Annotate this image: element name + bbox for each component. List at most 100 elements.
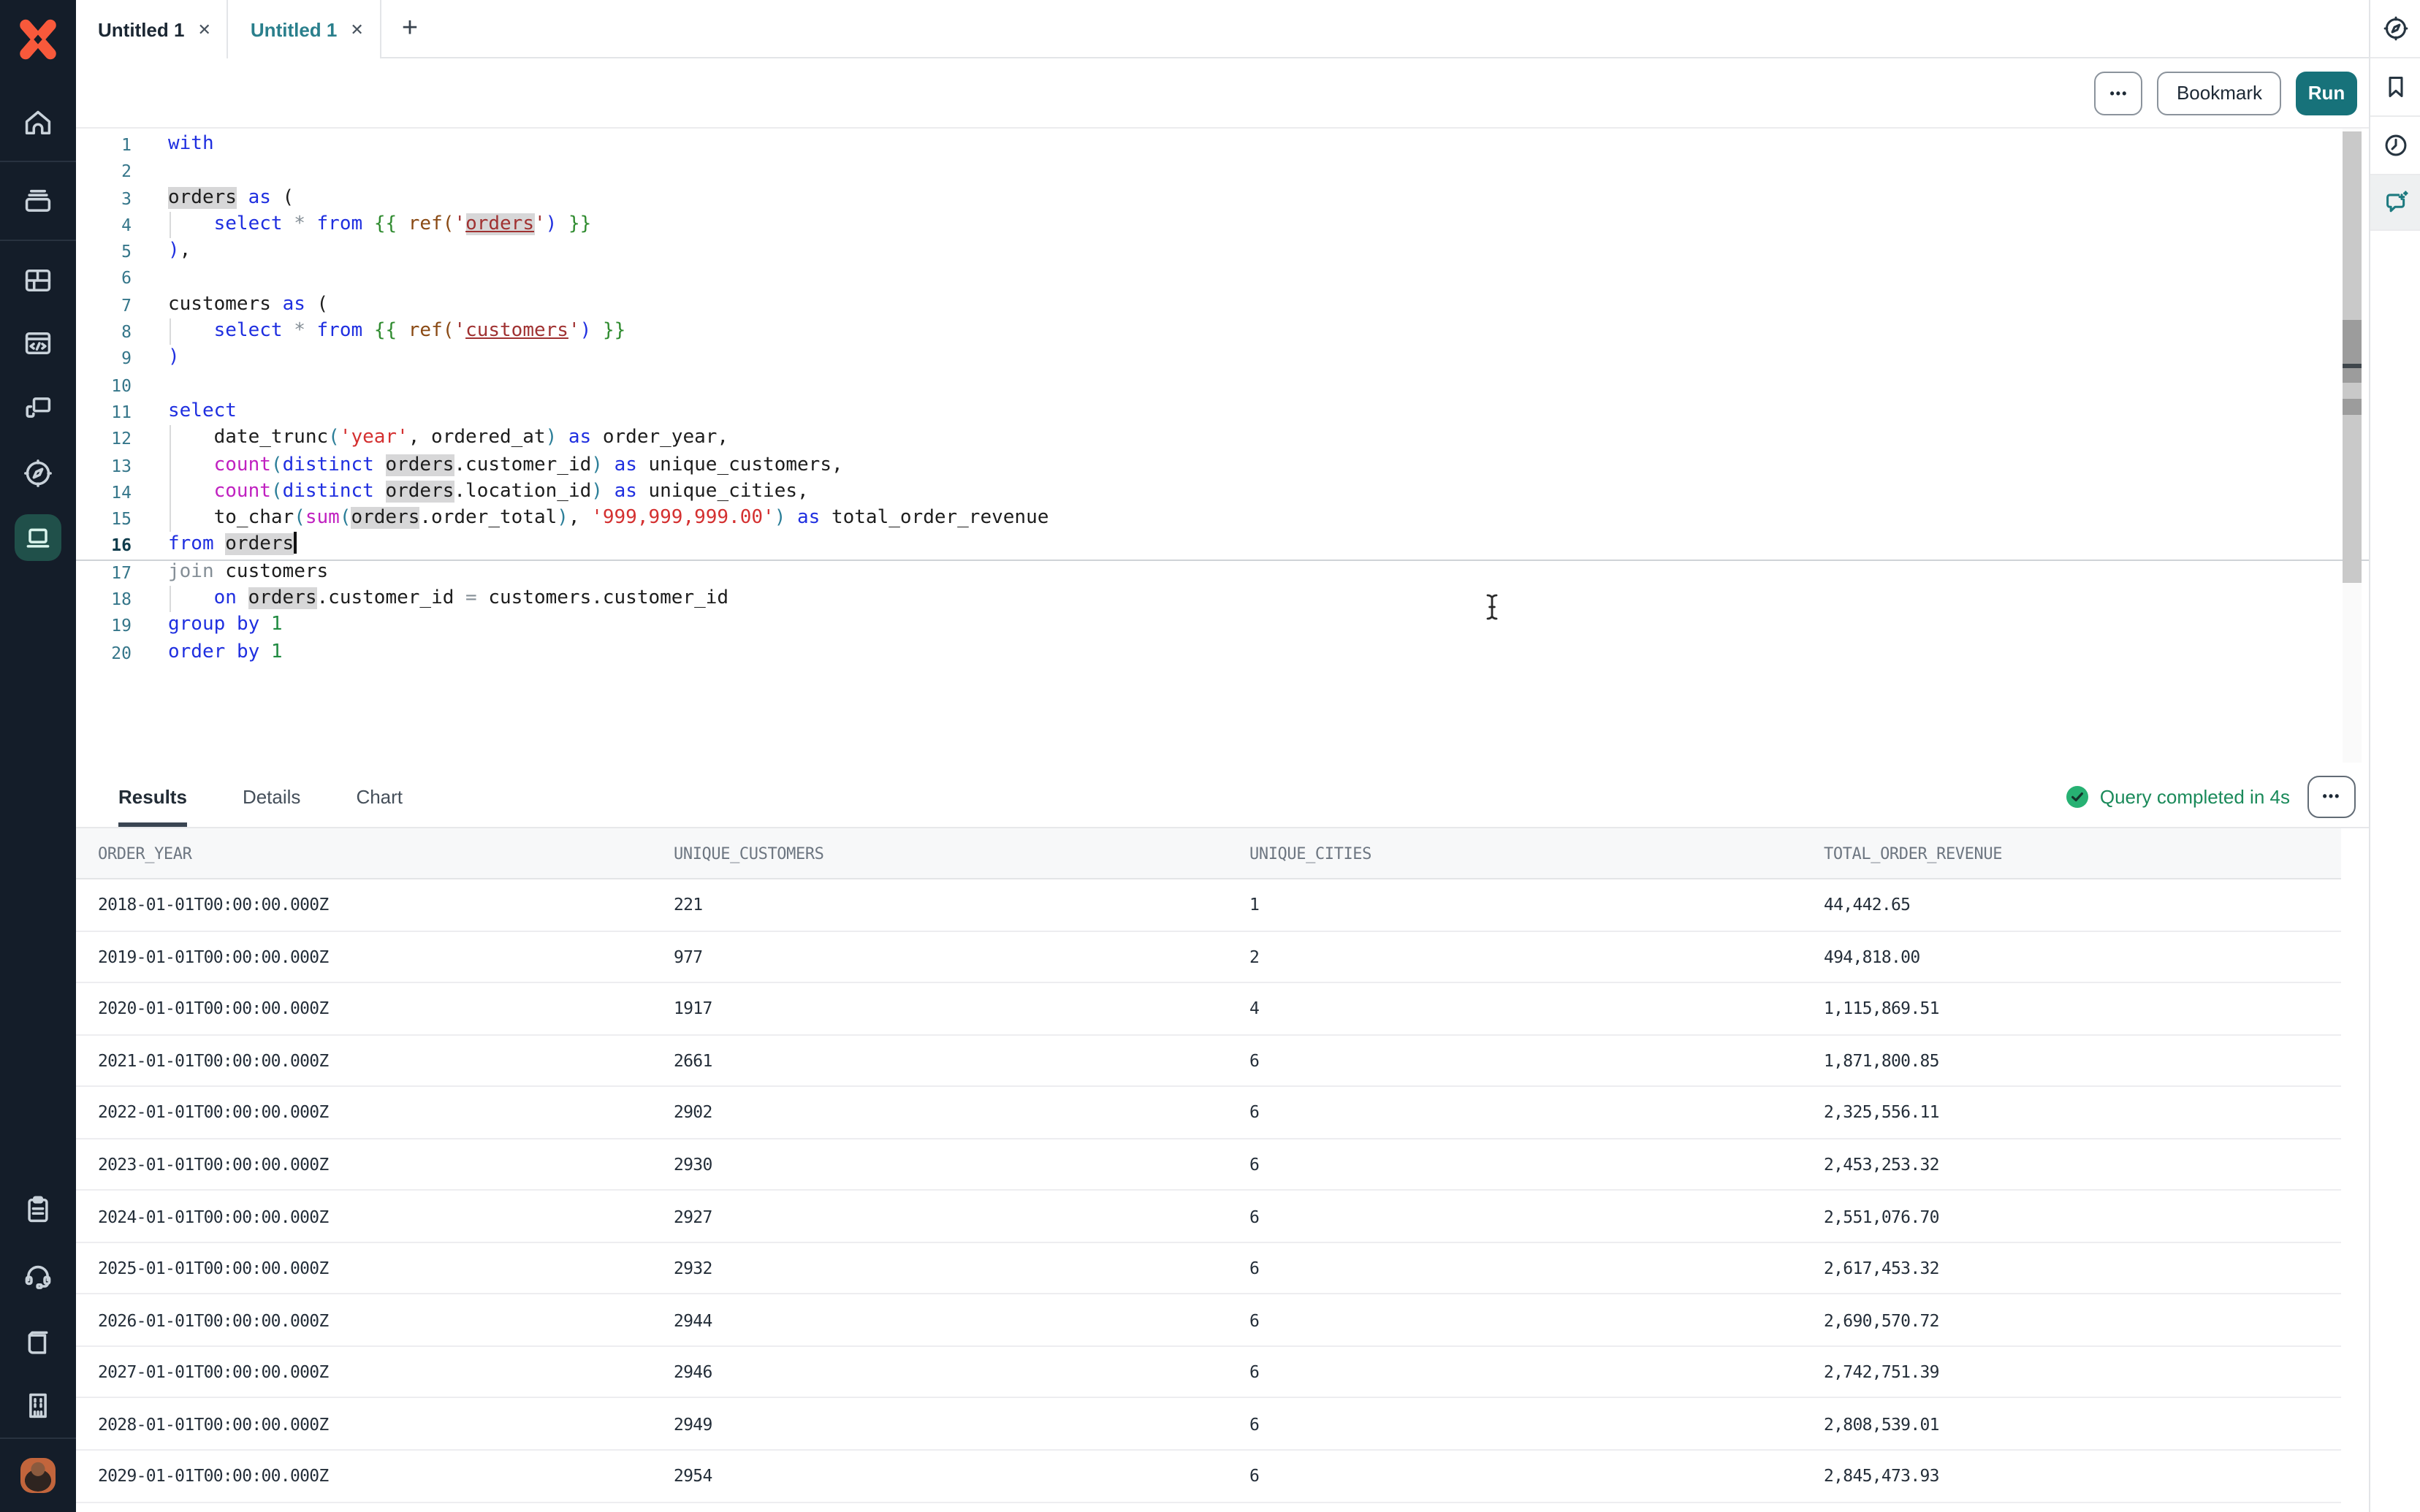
table-row[interactable]: 2030-01-01T00:00:00.000Z287961,841,049.3… bbox=[76, 1503, 2341, 1512]
code-line-8[interactable]: 8 select * from {{ ref('customers') }} bbox=[76, 318, 2369, 345]
table-row[interactable]: 2028-01-01T00:00:00.000Z294962,808,539.0… bbox=[76, 1399, 2341, 1451]
dashboard-icon[interactable] bbox=[20, 263, 56, 298]
code-line-10[interactable]: 10 bbox=[76, 372, 2369, 399]
line-number: 10 bbox=[76, 372, 140, 399]
column-header[interactable]: TOTAL_ORDER_REVENUE bbox=[1824, 844, 2341, 863]
table-row[interactable]: 2020-01-01T00:00:00.000Z191741,115,869.5… bbox=[76, 983, 2341, 1035]
code-line-6[interactable]: 6 bbox=[76, 265, 2369, 292]
code-line-18[interactable]: 18 on orders.customer_id = customers.cus… bbox=[76, 586, 2369, 613]
archive-icon[interactable] bbox=[20, 183, 56, 218]
book-icon[interactable] bbox=[20, 1324, 56, 1359]
code-line-14[interactable]: 14 count(distinct orders.location_id) as… bbox=[76, 479, 2369, 506]
success-check-icon bbox=[2066, 785, 2088, 807]
code-text: with bbox=[168, 131, 214, 159]
code-line-19[interactable]: 19group by 1 bbox=[76, 613, 2369, 640]
table-row[interactable]: 2024-01-01T00:00:00.000Z292762,551,076.7… bbox=[76, 1191, 2341, 1243]
table-cell: 6 bbox=[1249, 1154, 1824, 1175]
code-line-11[interactable]: 11select bbox=[76, 399, 2369, 426]
code-line-12[interactable]: 12 date_trunc('year', ordered_at) as ord… bbox=[76, 426, 2369, 453]
app-logo-icon[interactable] bbox=[16, 18, 60, 61]
rightbar-compass-button[interactable] bbox=[2370, 0, 2420, 58]
code-line-4[interactable]: 4 select * from {{ ref('orders') }} bbox=[76, 212, 2369, 239]
table-row[interactable]: 2019-01-01T00:00:00.000Z9772494,818.00 bbox=[76, 931, 2341, 983]
headset-icon[interactable] bbox=[20, 1258, 56, 1293]
code-text: customers as ( bbox=[168, 292, 328, 319]
column-header[interactable]: UNIQUE_CITIES bbox=[1249, 844, 1824, 863]
results-tab-chart[interactable]: Chart bbox=[356, 765, 403, 827]
table-row[interactable]: 2021-01-01T00:00:00.000Z266161,871,800.8… bbox=[76, 1035, 2341, 1087]
building-icon[interactable] bbox=[20, 1388, 56, 1423]
ai-chat-icon bbox=[2381, 188, 2409, 216]
results-more-button[interactable]: ••• bbox=[2307, 775, 2356, 817]
results-tab-results[interactable]: Results bbox=[118, 765, 187, 827]
main-column: Untitled 1✕Untitled 1✕ + ••• Bookmark Ru… bbox=[76, 0, 2369, 1512]
bookmark-button[interactable]: Bookmark bbox=[2158, 71, 2281, 115]
query-status: Query completed in 4s bbox=[2066, 765, 2290, 827]
close-tab-icon[interactable]: ✕ bbox=[197, 20, 210, 39]
table-cell: 2023-01-01T00:00:00.000Z bbox=[98, 1154, 674, 1175]
table-cell: 2028-01-01T00:00:00.000Z bbox=[98, 1413, 674, 1434]
rightbar-bookmark-flag-button[interactable] bbox=[2370, 58, 2420, 117]
code-line-9[interactable]: 9) bbox=[76, 345, 2369, 373]
tab-1[interactable]: Untitled 1 ✕ bbox=[76, 0, 229, 58]
line-number: 18 bbox=[76, 586, 140, 613]
column-header[interactable]: ORDER_YEAR bbox=[98, 844, 674, 863]
line-number: 12 bbox=[76, 426, 140, 453]
table-cell: 6 bbox=[1249, 1362, 1824, 1382]
code-line-20[interactable]: 20order by 1 bbox=[76, 639, 2369, 666]
code-text: select * from {{ ref('customers') }} bbox=[168, 318, 625, 345]
table-cell: 2,690,570.72 bbox=[1824, 1310, 2341, 1330]
line-number: 6 bbox=[76, 265, 140, 292]
user-avatar[interactable] bbox=[20, 1458, 56, 1493]
line-number: 7 bbox=[76, 292, 140, 319]
table-cell: 6 bbox=[1249, 1050, 1824, 1071]
rightbar-clock-button[interactable] bbox=[2370, 117, 2420, 175]
clipboard-icon[interactable] bbox=[20, 1192, 56, 1227]
table-row[interactable]: 2029-01-01T00:00:00.000Z295462,845,473.9… bbox=[76, 1451, 2341, 1503]
table-row[interactable]: 2025-01-01T00:00:00.000Z293262,617,453.3… bbox=[76, 1243, 2341, 1295]
code-line-13[interactable]: 13 count(distinct orders.customer_id) as… bbox=[76, 452, 2369, 479]
table-row[interactable]: 2022-01-01T00:00:00.000Z290262,325,556.1… bbox=[76, 1087, 2341, 1139]
run-button[interactable]: Run bbox=[2296, 71, 2357, 115]
close-tab-icon[interactable]: ✕ bbox=[350, 20, 363, 39]
table-cell: 6 bbox=[1249, 1206, 1824, 1226]
code-line-15[interactable]: 15 to_char(sum(orders.order_total), '999… bbox=[76, 505, 2369, 532]
code-text: date_trunc('year', ordered_at) as order_… bbox=[168, 426, 728, 453]
new-tab-button[interactable]: + bbox=[402, 15, 418, 42]
home-icon[interactable] bbox=[20, 105, 56, 140]
results-tab-details[interactable]: Details bbox=[243, 765, 301, 827]
code-line-17[interactable]: 17join customers bbox=[76, 560, 2369, 587]
code-line-16[interactable]: 16from orders bbox=[76, 532, 2369, 560]
sql-editor[interactable]: 1with23orders as (4 select * from {{ ref… bbox=[76, 129, 2369, 765]
indent-guide bbox=[169, 479, 170, 506]
compass-icon[interactable] bbox=[20, 456, 56, 491]
table-cell: 2946 bbox=[674, 1362, 1249, 1382]
table-cell: 2025-01-01T00:00:00.000Z bbox=[98, 1258, 674, 1278]
code-line-7[interactable]: 7 customers as ( bbox=[76, 292, 2369, 319]
windows-icon[interactable] bbox=[20, 390, 56, 425]
table-cell: 977 bbox=[674, 947, 1249, 967]
tab-2[interactable]: Untitled 1✕ bbox=[229, 0, 381, 58]
tab-label: Untitled 1 bbox=[98, 18, 184, 40]
indent-guide bbox=[169, 318, 170, 345]
table-row[interactable]: 2018-01-01T00:00:00.000Z221144,442.65 bbox=[76, 879, 2341, 931]
code-window-icon[interactable] bbox=[20, 326, 56, 361]
code-text: order by 1 bbox=[168, 639, 283, 666]
table-row[interactable]: 2023-01-01T00:00:00.000Z293062,453,253.3… bbox=[76, 1139, 2341, 1191]
code-line-2[interactable]: 2 bbox=[76, 159, 2369, 186]
laptop-icon[interactable] bbox=[15, 514, 61, 561]
code-line-3[interactable]: 3orders as ( bbox=[76, 185, 2369, 212]
indent-guide bbox=[169, 505, 170, 532]
line-number: 8 bbox=[76, 318, 140, 345]
table-cell: 2020-01-01T00:00:00.000Z bbox=[98, 999, 674, 1019]
table-row[interactable]: 2027-01-01T00:00:00.000Z294662,742,751.3… bbox=[76, 1347, 2341, 1399]
column-header[interactable]: UNIQUE_CUSTOMERS bbox=[674, 844, 1249, 863]
table-cell: 4 bbox=[1249, 999, 1824, 1019]
table-row[interactable]: 2026-01-01T00:00:00.000Z294462,690,570.7… bbox=[76, 1295, 2341, 1347]
code-line-1[interactable]: 1with bbox=[76, 131, 2369, 159]
rightbar-ai-chat-button[interactable] bbox=[2370, 175, 2420, 231]
more-options-button[interactable]: ••• bbox=[2095, 71, 2143, 115]
table-cell: 2661 bbox=[674, 1050, 1249, 1071]
table-cell: 221 bbox=[674, 895, 1249, 915]
code-line-5[interactable]: 5), bbox=[76, 238, 2369, 265]
